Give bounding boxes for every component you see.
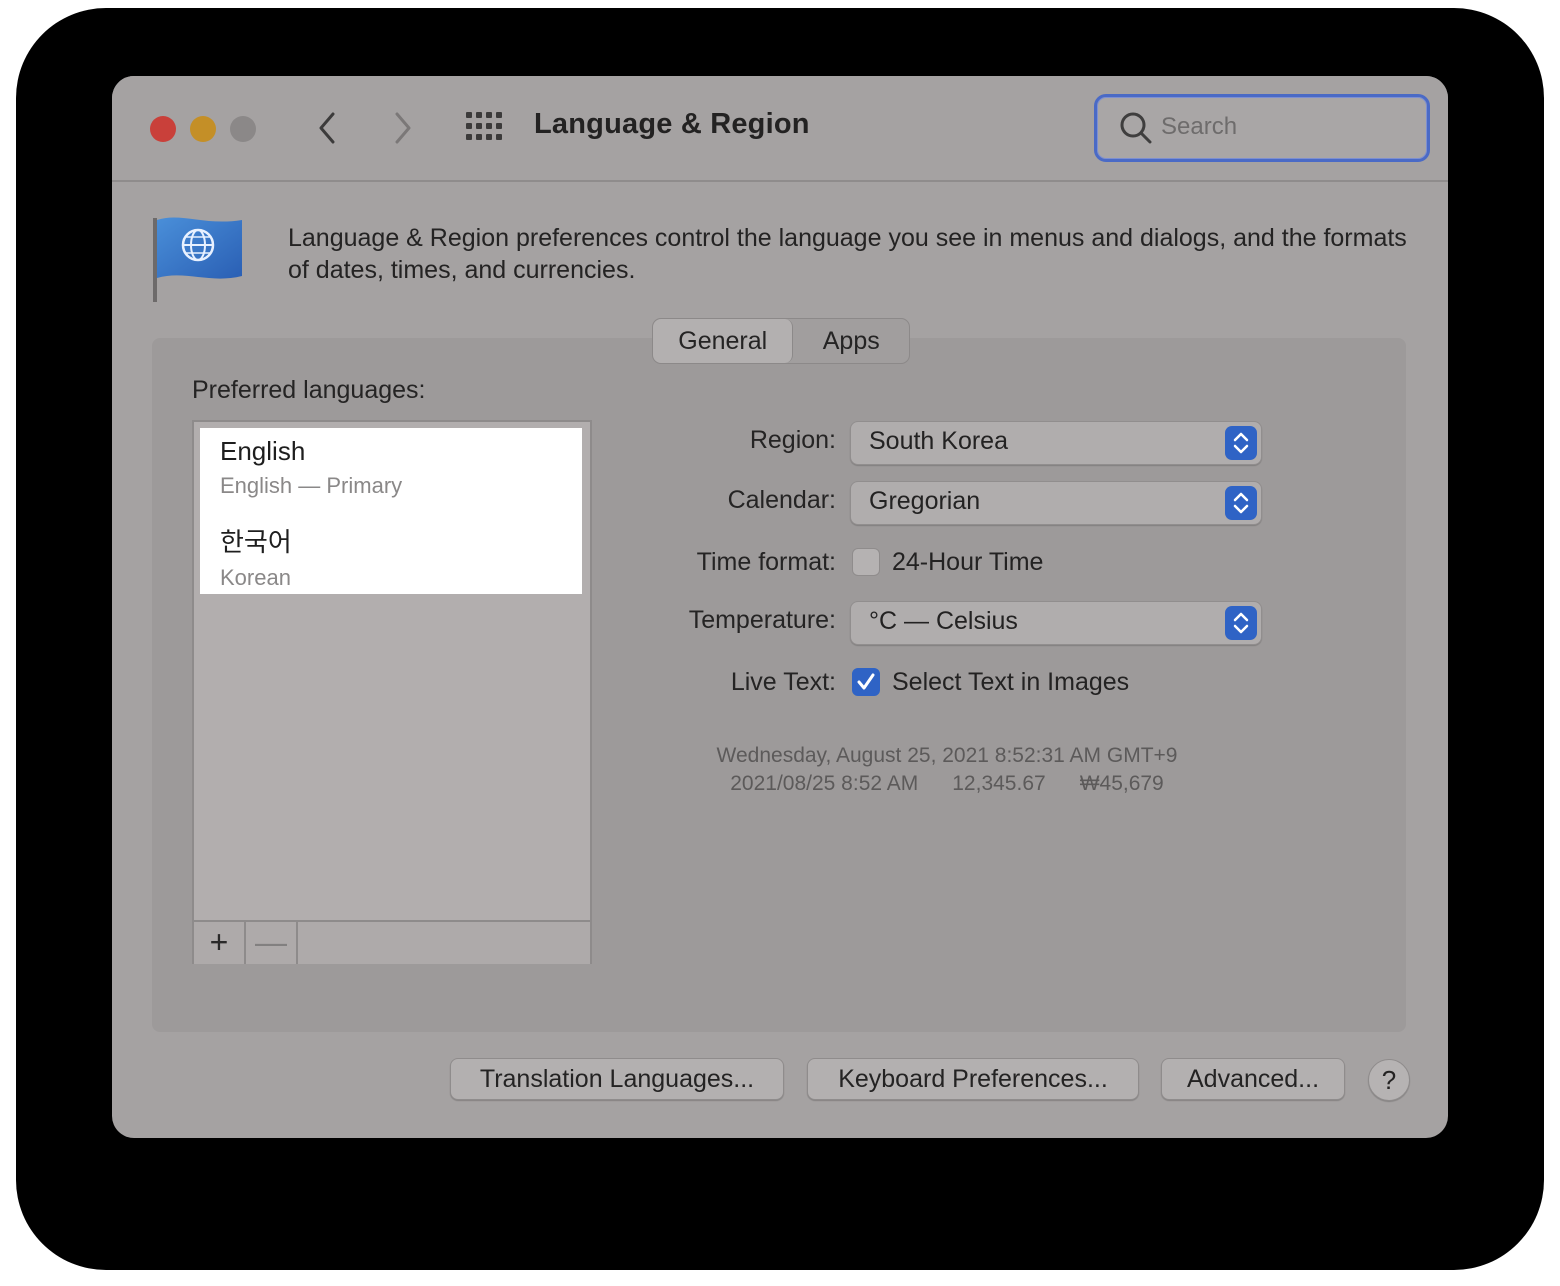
- region-value: South Korea: [869, 427, 1008, 455]
- tab-general[interactable]: General: [653, 319, 794, 363]
- window-title: Language & Region: [534, 108, 810, 140]
- translation-languages-button[interactable]: Translation Languages...: [450, 1058, 784, 1100]
- search-icon: [1120, 112, 1152, 144]
- sample-date-long: Wednesday, August 25, 2021 8:52:31 AM GM…: [716, 744, 1178, 767]
- 24-hour-time-label[interactable]: 24-Hour Time: [892, 548, 1043, 577]
- language-region-flag-icon: [150, 212, 250, 307]
- updown-chevron-icon: [1225, 486, 1257, 520]
- toolbar: Language & Region: [112, 76, 1448, 182]
- tab-apps[interactable]: Apps: [793, 319, 909, 363]
- temperature-label: Temperature:: [688, 606, 836, 634]
- region-popup[interactable]: South Korea: [850, 421, 1262, 465]
- forward-button[interactable]: [382, 108, 422, 148]
- tab-bar: General Apps: [652, 318, 910, 364]
- updown-chevron-icon: [1225, 426, 1257, 460]
- time-format-label: Time format:: [696, 548, 836, 576]
- list-footer: + —: [194, 920, 590, 964]
- live-text-option-label[interactable]: Select Text in Images: [892, 668, 1129, 697]
- list-item-english[interactable]: English English — Primary: [220, 436, 402, 499]
- keyboard-preferences-button[interactable]: Keyboard Preferences...: [807, 1058, 1139, 1100]
- show-all-button[interactable]: [466, 112, 504, 142]
- back-button[interactable]: [308, 108, 348, 148]
- close-button[interactable]: [150, 116, 176, 142]
- calendar-label: Calendar:: [727, 486, 836, 514]
- help-button[interactable]: ?: [1368, 1059, 1410, 1101]
- sample-formats-row: 2021/08/25 8:52 AM 12,345.67 ₩45,679: [672, 772, 1222, 796]
- sample-currency: ₩45,679: [1079, 772, 1164, 795]
- minimize-button[interactable]: [190, 116, 216, 142]
- preferences-window: Language & Region Langua: [112, 76, 1448, 1138]
- temperature-popup[interactable]: °C — Celsius: [850, 601, 1262, 645]
- preferred-languages-list[interactable]: English English — Primary 한국어 Korean + —: [192, 420, 592, 964]
- language-items: English English — Primary 한국어 Korean: [200, 428, 582, 594]
- region-label: Region:: [749, 426, 836, 454]
- calendar-value: Gregorian: [869, 487, 981, 515]
- chevron-right-icon: [395, 112, 411, 144]
- advanced-button[interactable]: Advanced...: [1161, 1058, 1345, 1100]
- 24-hour-time-checkbox[interactable]: [852, 548, 880, 576]
- live-text-label: Live Text:: [730, 668, 836, 696]
- live-text-checkbox[interactable]: [852, 668, 880, 696]
- language-name: English: [220, 436, 306, 466]
- language-subtitle: English — Primary: [220, 473, 403, 498]
- search-input[interactable]: [1159, 109, 1413, 145]
- sample-number: 12,345.67: [952, 772, 1046, 795]
- description-text: Language & Region preferences control th…: [288, 224, 1407, 284]
- calendar-popup[interactable]: Gregorian: [850, 481, 1262, 525]
- preferred-languages-label: Preferred languages:: [192, 376, 426, 404]
- remove-language-button[interactable]: —: [246, 922, 298, 964]
- sample-date-short: 2021/08/25 8:52 AM: [730, 772, 919, 795]
- updown-chevron-icon: [1225, 606, 1257, 640]
- search-field[interactable]: [1094, 94, 1430, 162]
- language-subtitle: Korean: [220, 565, 291, 590]
- grid-icon: [466, 112, 472, 118]
- zoom-button[interactable]: [230, 116, 256, 142]
- add-language-button[interactable]: +: [194, 922, 246, 964]
- temperature-value: °C — Celsius: [869, 607, 1018, 635]
- language-name: 한국어: [220, 527, 292, 557]
- list-item-korean[interactable]: 한국어 Korean: [220, 522, 292, 591]
- checkmark-icon: [857, 673, 875, 690]
- chevron-left-icon: [319, 112, 335, 144]
